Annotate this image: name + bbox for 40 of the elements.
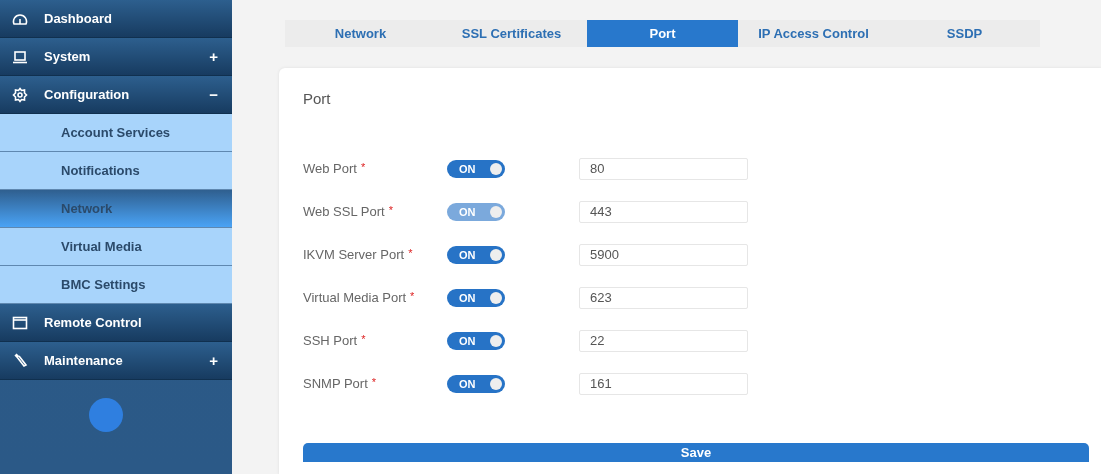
nav-item[interactable]: Dashboard (0, 0, 232, 38)
port-field[interactable]: 623 (579, 286, 748, 309)
wrench-icon (12, 352, 28, 369)
tab[interactable]: SSL Certificates (436, 20, 587, 47)
tab[interactable]: SSDP (889, 20, 1040, 47)
save-button[interactable]: Save (303, 443, 1089, 462)
nav-item[interactable]: Configuration − (0, 76, 232, 114)
toggle-switch[interactable]: ON (447, 374, 505, 393)
field-label: Web Port * (303, 161, 367, 176)
nav-item[interactable]: Maintenance + (0, 342, 232, 380)
tab[interactable]: Port (587, 20, 738, 47)
tab[interactable]: Network (285, 20, 436, 47)
nav-subitem[interactable]: Account Services (0, 114, 232, 152)
circle-icon (89, 398, 123, 432)
toggle-switch[interactable]: ON (447, 159, 505, 178)
window-icon (12, 314, 28, 331)
gear-icon (12, 86, 28, 103)
toggle-switch[interactable]: ON (447, 288, 505, 307)
port-field[interactable]: 161 (579, 372, 748, 395)
nav-subitem[interactable]: Notifications (0, 152, 232, 190)
laptop-icon (12, 48, 28, 65)
expand-sign[interactable]: + (209, 48, 218, 65)
nav-subitem[interactable]: BMC Settings (0, 266, 232, 304)
toggle-switch[interactable]: ON (447, 331, 505, 350)
port-field[interactable]: 5900 (579, 243, 748, 266)
port-field[interactable]: 22 (579, 329, 748, 352)
expand-sign[interactable]: + (209, 352, 218, 369)
field-label: Virtual Media Port * (303, 290, 416, 305)
expand-sign[interactable]: − (209, 86, 218, 103)
field-label: SNMP Port * (303, 376, 378, 391)
field-label: Web SSL Port * (303, 204, 394, 219)
field-label: IKVM Server Port * (303, 247, 414, 262)
port-field[interactable]: 80 (579, 157, 748, 180)
field-label: SSH Port * (303, 333, 367, 348)
nav-item[interactable]: System + (0, 38, 232, 76)
toggle-switch[interactable]: ON (447, 245, 505, 264)
nav-item[interactable]: Remote Control (0, 304, 232, 342)
nav-subitem[interactable]: Virtual Media (0, 228, 232, 266)
panel-title: Port (303, 90, 332, 107)
tab[interactable]: IP Access Control (738, 20, 889, 47)
